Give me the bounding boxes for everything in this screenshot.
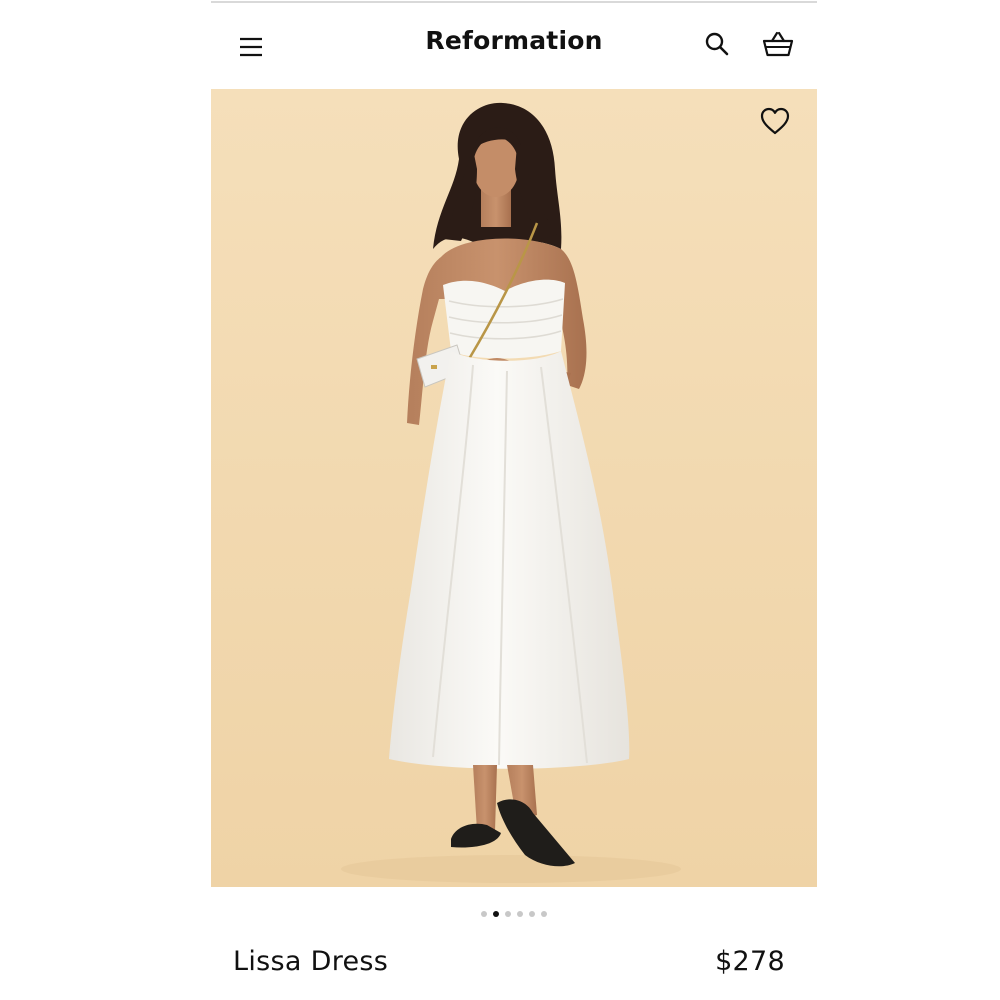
menu-button[interactable] [235, 31, 267, 63]
product-screen: Reformation Lissa Dress $278 [211, 0, 817, 1000]
carousel-dot[interactable] [529, 911, 535, 917]
product-image[interactable] [211, 89, 817, 887]
menu-icon [240, 37, 262, 57]
search-button[interactable] [701, 28, 733, 60]
product-price: $278 [715, 946, 785, 977]
brand-logo[interactable]: Reformation [361, 26, 667, 55]
product-photo [211, 89, 817, 887]
wishlist-button[interactable] [757, 104, 793, 138]
product-name[interactable]: Lissa Dress [233, 946, 388, 977]
carousel-dot[interactable] [541, 911, 547, 917]
shopping-basket-icon [762, 31, 794, 57]
app-header: Reformation [211, 4, 817, 88]
cart-button[interactable] [760, 27, 796, 61]
heart-icon [760, 107, 790, 135]
search-icon [705, 32, 729, 56]
carousel-dot[interactable] [517, 911, 523, 917]
carousel-dot[interactable] [505, 911, 511, 917]
carousel-indicator [211, 908, 817, 920]
top-divider [211, 1, 817, 3]
carousel-dot[interactable] [481, 911, 487, 917]
carousel-dot[interactable] [493, 911, 499, 917]
